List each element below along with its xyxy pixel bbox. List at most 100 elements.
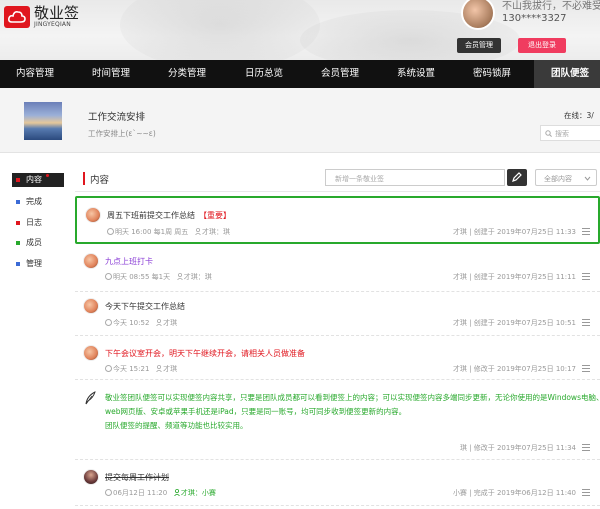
note-reminder-time: 今天 10:52 [113,319,150,327]
square-bullet-icon [16,200,20,204]
note-meta: 06月12日 11:20 才琪：小賽 [105,488,216,498]
pencil-icon [512,172,522,182]
app-logo[interactable] [4,6,30,28]
avatar [83,469,99,485]
logout-button[interactable]: 退出登录 [518,38,566,53]
user-motto: 不山我拔行，不必难受 [502,1,600,12]
note-body-line: web网页版、安卓或苹果手机还是iPad，只要是同一账号，均可同步收到便签更新的… [105,407,407,416]
avatar [85,207,101,223]
header-decoration [120,0,320,60]
note-title: 周五下班前提交工作总结 【重要】 [107,210,231,221]
note-assignee: 小賽 [201,489,216,497]
square-bullet-icon [16,221,20,225]
note-created-info: 才琪 | 创建于 2019年07月25日 11:11 [452,273,576,281]
note-item[interactable]: 敬业签团队便签可以实现便签内容共享，只要是团队成员都可以看到便签上的内容；可以实… [75,380,600,460]
new-dot-icon [46,174,49,177]
sidebar-item-manage[interactable]: 管理 [12,257,64,271]
note-assignee-label: 才琪： [180,489,202,497]
nav-item-settings[interactable]: 系统设置 [397,60,435,88]
sidebar-item-done[interactable]: 完成 [12,195,64,209]
note-assignee-label: 才琪 [163,365,178,373]
person-icon [174,489,180,496]
menu-icon[interactable] [582,228,590,235]
app-header: 敬业签 JINGYEQIAN 不山我拔行，不必难受 130****3327 会员… [0,0,600,60]
note-item[interactable]: 今天下午提交工作总结 今天 10:52 才琪 才琪 | 创建于 2019年07月… [75,292,600,336]
note-item[interactable]: 下午会议室开会，明天下午继续开会，请相关人员做准备 今天 15:21 才琪 才琪… [75,336,600,380]
note-meta: 今天 15:21 才琪 [105,364,177,374]
nav-item-lock[interactable]: 密码锁屏 [473,60,511,88]
search-icon [545,130,552,137]
menu-icon[interactable] [582,319,590,326]
team-search-input[interactable]: 搜索 [540,125,600,141]
square-bullet-icon [16,262,20,266]
new-note-button[interactable] [507,169,527,186]
note-reminder-time: 明天 08:55 每1天 [113,273,171,281]
new-note-input[interactable]: 新增一条敬业签 [325,169,505,186]
note-meta: 明天 08:55 每1天 才琪：琪 [105,272,212,282]
filter-value: 全部内容 [544,175,572,183]
sidebar-item-label: 内容 [26,175,42,184]
note-assignee-label: 才琪： [202,228,223,236]
note-meta: 今天 10:52 才琪 [105,318,177,328]
app-title: 敬业签 [34,4,80,22]
note-item[interactable]: 九点上班打卡 明天 08:55 每1天 才琪：琪 才琪 | 创建于 2019年0… [75,248,600,292]
menu-icon[interactable] [582,273,590,280]
content-title-accent [83,172,85,185]
menu-icon[interactable] [582,444,590,451]
chevron-down-icon [584,176,591,181]
main-nav: 内容管理 时间管理 分类管理 日历总览 会员管理 系统设置 密码锁屏 团队便签 [0,60,600,88]
person-icon [156,365,162,372]
person-icon [195,228,201,235]
person-icon [176,273,183,280]
nav-item-team[interactable]: 团队便签 [551,60,589,88]
note-priority-tag: 【重要】 [199,211,231,220]
nav-item-content[interactable]: 内容管理 [16,60,54,88]
sidebar-item-label: 管理 [26,259,42,268]
team-info-bar: 工作交流安排 工作安排上(ε`~~ε) 在线：3/ 搜索 [0,88,600,153]
note-reminder-time: 今天 15:21 [113,365,150,373]
feather-avatar-icon [83,390,99,406]
menu-icon[interactable] [582,365,590,372]
user-phone: 130****3327 [502,13,567,24]
sidebar-item-label: 完成 [26,197,42,206]
app-subtitle: JINGYEQIAN [34,21,71,28]
sidebar-item-content[interactable]: 内容 [12,173,64,187]
team-name: 工作交流安排 [88,112,146,123]
note-title: 今天下午提交工作总结 [105,302,185,311]
nav-item-time[interactable]: 时间管理 [92,60,130,88]
clock-icon [107,228,114,235]
clock-icon [105,489,112,496]
note-title: 提交每周工作计划 [105,473,169,482]
content-filter-select[interactable]: 全部内容 [535,169,597,186]
note-created-info: 才琪 | 创建于 2019年07月25日 10:51 [452,319,576,327]
note-title-text: 周五下班前提交工作总结 [107,211,195,220]
sidebar-item-label: 成员 [26,238,42,247]
note-meta: 明天 16:00 每1周 周五 才琪：琪 [107,227,230,237]
nav-item-category[interactable]: 分类管理 [168,60,206,88]
online-count: 在线：3/ [564,111,594,120]
note-item[interactable]: 周五下班前提交工作总结 【重要】 明天 16:00 每1周 周五 才琪：琪 才琪 … [75,196,600,244]
sidebar-item-members[interactable]: 成员 [12,236,64,250]
nav-item-calendar[interactable]: 日历总览 [245,60,283,88]
avatar [83,253,99,269]
note-created-info: 才琪 | 创建于 2019年07月25日 11:33 [452,228,576,236]
cloud-logo-icon [8,11,26,23]
person-icon [156,319,162,326]
search-placeholder: 搜索 [555,130,569,138]
sidebar-item-log[interactable]: 日志 [12,216,64,230]
note-reminder-time: 06月12日 11:20 [113,489,168,497]
new-note-placeholder: 新增一条敬业签 [335,175,384,183]
content-title: 内容 [90,175,110,186]
team-description: 工作安排上(ε`~~ε) [88,129,156,138]
note-completed-info: 小賽 | 完成于 2019年06月12日 11:40 [452,489,576,497]
clock-icon [105,273,112,280]
note-created-info: 才琪 | 修改于 2019年07月25日 10:17 [452,365,576,373]
note-assignee-label: 才琪： [183,273,205,281]
note-item[interactable]: 提交每周工作计划 06月12日 11:20 才琪：小賽 小賽 | 完成于 201… [75,460,600,506]
team-image[interactable] [24,102,62,140]
member-management-button[interactable]: 会员管理 [457,38,501,53]
nav-item-member[interactable]: 会员管理 [321,60,359,88]
note-assignee: 琪 [223,228,230,236]
square-bullet-icon [16,241,20,245]
menu-icon[interactable] [582,489,590,496]
